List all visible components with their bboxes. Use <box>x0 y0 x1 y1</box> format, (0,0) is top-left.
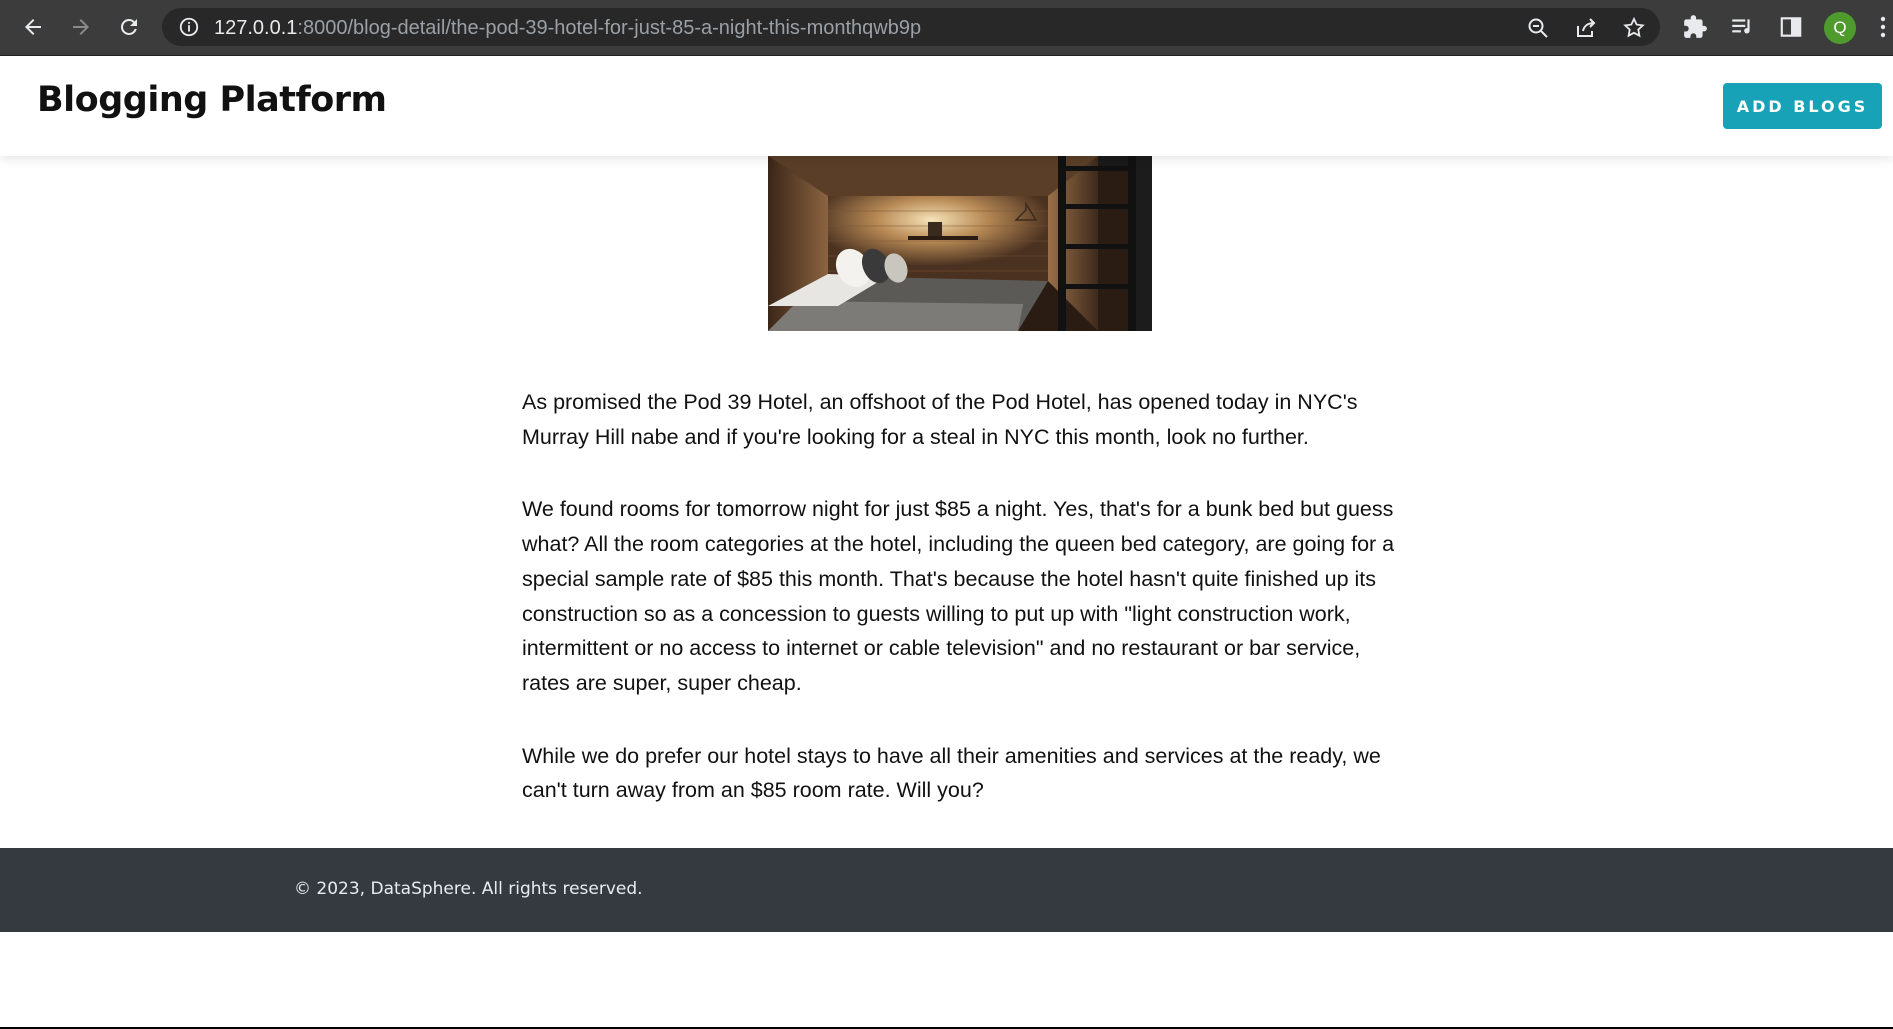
site-brand[interactable]: Blogging Platform <box>37 80 387 120</box>
url-host: 127.0.0.1 <box>214 17 298 39</box>
side-panel-icon[interactable] <box>1778 14 1804 40</box>
site-header: Blogging Platform ADD BLOGS <box>0 56 1893 156</box>
menu-kebab-icon[interactable] <box>1876 14 1890 40</box>
blog-article-body: As promised the Pod 39 Hotel, an offshoo… <box>522 385 1402 846</box>
profile-avatar[interactable]: Q <box>1824 12 1856 44</box>
article-paragraph-1: As promised the Pod 39 Hotel, an offshoo… <box>522 390 1358 449</box>
info-icon[interactable] <box>178 16 200 38</box>
star-icon[interactable] <box>1622 16 1646 40</box>
blog-hero-image <box>768 156 1152 331</box>
address-bar[interactable]: 127.0.0.1:8000/blog-detail/the-pod-39-ho… <box>162 8 1660 46</box>
reading-list-icon[interactable] <box>1729 14 1755 40</box>
share-icon[interactable] <box>1574 16 1598 40</box>
article-paragraph-3: While we do prefer our hotel stays to ha… <box>522 743 1381 803</box>
site-footer: © 2023, DataSphere. All rights reserved. <box>0 848 1893 932</box>
url-path: :8000/blog-detail/the-pod-39-hotel-for-j… <box>297 17 922 39</box>
url-text[interactable]: 127.0.0.1:8000/blog-detail/the-pod-39-ho… <box>214 17 921 40</box>
forward-arrow-icon[interactable] <box>63 9 99 45</box>
reload-icon[interactable] <box>111 9 147 45</box>
zoom-icon[interactable] <box>1526 16 1550 40</box>
browser-toolbar: 127.0.0.1:8000/blog-detail/the-pod-39-ho… <box>0 0 1893 56</box>
back-arrow-icon[interactable] <box>15 9 51 45</box>
article-paragraph-2: We found rooms for tomorrow night for ju… <box>522 497 1395 695</box>
extensions-icon[interactable] <box>1682 14 1708 40</box>
footer-copyright: © 2023, DataSphere. All rights reserved. <box>294 879 643 899</box>
add-blogs-button[interactable]: ADD BLOGS <box>1723 83 1882 129</box>
